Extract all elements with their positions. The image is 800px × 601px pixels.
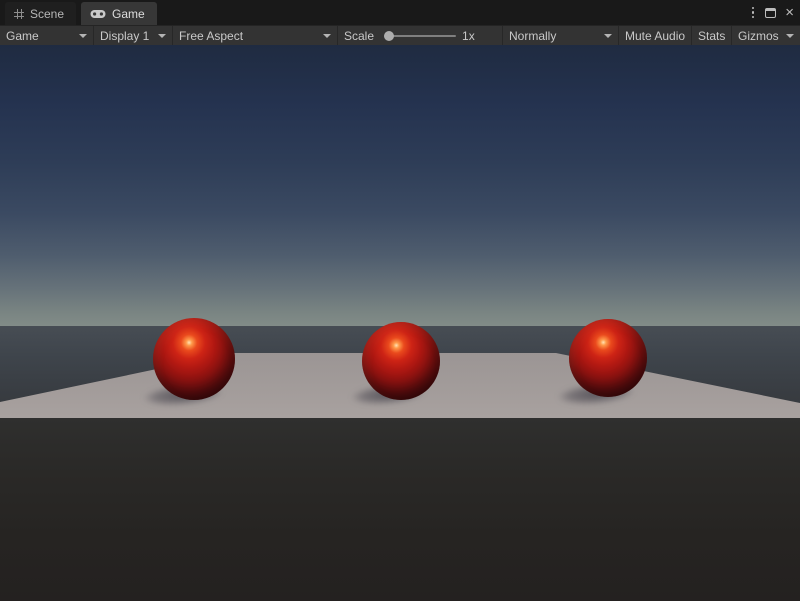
gizmos-dropdown[interactable]: Gizmos (731, 26, 800, 45)
skybox-near-ground (0, 418, 800, 601)
aspect-ratio-label: Free Aspect (173, 29, 249, 43)
display-target-label: Display 1 (94, 29, 155, 43)
mute-audio-button[interactable]: Mute Audio (618, 26, 691, 45)
game-render-viewport[interactable] (0, 45, 800, 601)
red-sphere (362, 322, 440, 400)
tab-game-label: Game (112, 7, 145, 21)
scale-slider-knob[interactable] (384, 31, 394, 41)
chevron-down-icon (604, 34, 612, 38)
gizmos-label: Gizmos (732, 29, 785, 43)
tab-scene[interactable]: Scene (5, 2, 76, 25)
tab-bar: Scene Game × (0, 0, 800, 25)
skybox-sky (0, 45, 800, 326)
scale-control: Scale 1x (337, 26, 502, 45)
play-mode-dropdown[interactable]: Normally (502, 26, 618, 45)
chevron-down-icon (323, 34, 331, 38)
chevron-down-icon (79, 34, 87, 38)
tab-scene-label: Scene (30, 7, 64, 21)
tab-game[interactable]: Game (81, 2, 157, 25)
scale-label: Scale (338, 29, 380, 43)
red-sphere (569, 319, 647, 397)
mute-audio-label: Mute Audio (619, 29, 691, 43)
game-view-toolbar: Game Display 1 Free Aspect Scale 1x Norm… (0, 25, 800, 45)
scene-grid-icon (14, 9, 24, 19)
window-controls: × (748, 0, 796, 25)
stats-button[interactable]: Stats (691, 26, 731, 45)
close-icon[interactable]: × (783, 7, 796, 19)
chevron-down-icon (158, 34, 166, 38)
display-target-dropdown[interactable]: Display 1 (93, 26, 172, 45)
gamepad-icon (90, 9, 106, 19)
stats-label: Stats (692, 29, 731, 43)
scale-slider-track (384, 35, 456, 37)
maximize-icon[interactable] (765, 8, 776, 18)
kebab-menu-icon[interactable] (748, 5, 759, 21)
unity-game-window: Scene Game × Game Display 1 Free Aspect (0, 0, 800, 601)
game-mode-dropdown[interactable]: Game (0, 26, 93, 45)
chevron-down-icon (786, 34, 794, 38)
scale-slider[interactable] (384, 30, 456, 42)
play-mode-label: Normally (503, 29, 562, 43)
red-sphere (153, 318, 235, 400)
aspect-ratio-dropdown[interactable]: Free Aspect (172, 26, 337, 45)
game-mode-label: Game (0, 29, 45, 43)
scale-value: 1x (460, 29, 475, 43)
